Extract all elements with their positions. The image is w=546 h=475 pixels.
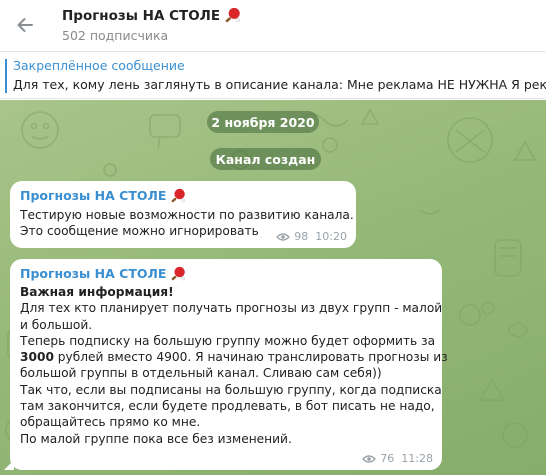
price-highlight: 3000	[20, 350, 54, 365]
ping-pong-paddle-icon	[225, 7, 241, 23]
views-count: 98	[294, 230, 309, 243]
message-text-line: обращайтесь прямо ко мне.	[20, 415, 201, 430]
message-text-line: Так что, если вы подписаны на большую гр…	[20, 382, 442, 397]
channel-title-text: Прогнозы НА СТОЛЕ	[62, 7, 221, 24]
message-heading: Важная информация!	[20, 284, 432, 300]
chat-header: Прогнозы НА СТОЛЕ 502 подписчика	[0, 0, 546, 52]
message-text-line: 3000 рублей вместо 4900. Я начинаю транс…	[20, 349, 448, 365]
subscriber-count: 502 подписчика	[62, 28, 169, 43]
message-text-line: По малой группе пока все без изменений.	[20, 431, 292, 446]
message-text-line: Теперь подписку на большую группу можно …	[20, 333, 436, 348]
message-time: 10:20	[315, 230, 347, 243]
views-count: 76	[380, 452, 395, 465]
message-bubble[interactable]: Прогнозы НА СТОЛЕ Тестирую новые возможн…	[10, 181, 356, 248]
ping-pong-paddle-icon	[171, 266, 186, 280]
back-button[interactable]	[12, 12, 38, 38]
bubble-tail	[4, 460, 14, 470]
message-heading-text: Важная информация!	[20, 285, 174, 299]
date-separator: 2 ноября 2020	[207, 111, 319, 133]
ping-pong-paddle-icon	[171, 188, 186, 202]
message-time: 11:28	[401, 452, 433, 465]
message-text-fragment: рублей вместо 4900. Я начинаю транслиров…	[53, 350, 448, 365]
eye-icon	[362, 454, 377, 463]
message-meta: 98 10:20	[276, 230, 347, 243]
chat-area[interactable]: 2 ноября 2020 Канал создан Прогнозы НА С…	[0, 100, 546, 475]
message-sender[interactable]: Прогнозы НА СТОЛЕ	[20, 187, 346, 204]
message-text-line: Для тех кто планирует получать прогнозы …	[20, 301, 443, 316]
pinned-label: Закреплённое сообщение	[13, 58, 185, 73]
date-separator-text: 2 ноября 2020	[211, 114, 315, 130]
message-text-line: и большой.	[20, 317, 93, 332]
message-sender-name: Прогнозы НА СТОЛЕ	[20, 188, 167, 203]
message-sender-name: Прогнозы НА СТОЛЕ	[20, 266, 167, 281]
service-message-channel-created: Канал создан	[210, 148, 321, 170]
eye-icon	[276, 232, 291, 241]
message-sender[interactable]: Прогнозы НА СТОЛЕ	[20, 265, 432, 282]
message-bubble[interactable]: Прогнозы НА СТОЛЕ Важная информация! Для…	[4, 259, 448, 470]
message-text-line: Тестирую новые возможности по развитию к…	[20, 208, 354, 222]
pinned-message[interactable]: Закреплённое сообщение Для тех, кому лен…	[0, 53, 546, 99]
message-text-line: там закончится, если будете продлевать, …	[20, 399, 435, 414]
service-message-text: Канал создан	[215, 151, 316, 167]
arrow-left-icon	[17, 18, 33, 32]
pinned-text: Для тех, кому лень заглянуть в описание …	[13, 77, 546, 92]
channel-title[interactable]: Прогнозы НА СТОЛЕ	[62, 7, 241, 24]
message-meta: 76 11:28	[362, 452, 433, 465]
message-text-line: большой группы в отдельный канал. Сливаю…	[20, 366, 382, 381]
pinned-accent-bar	[5, 59, 7, 93]
